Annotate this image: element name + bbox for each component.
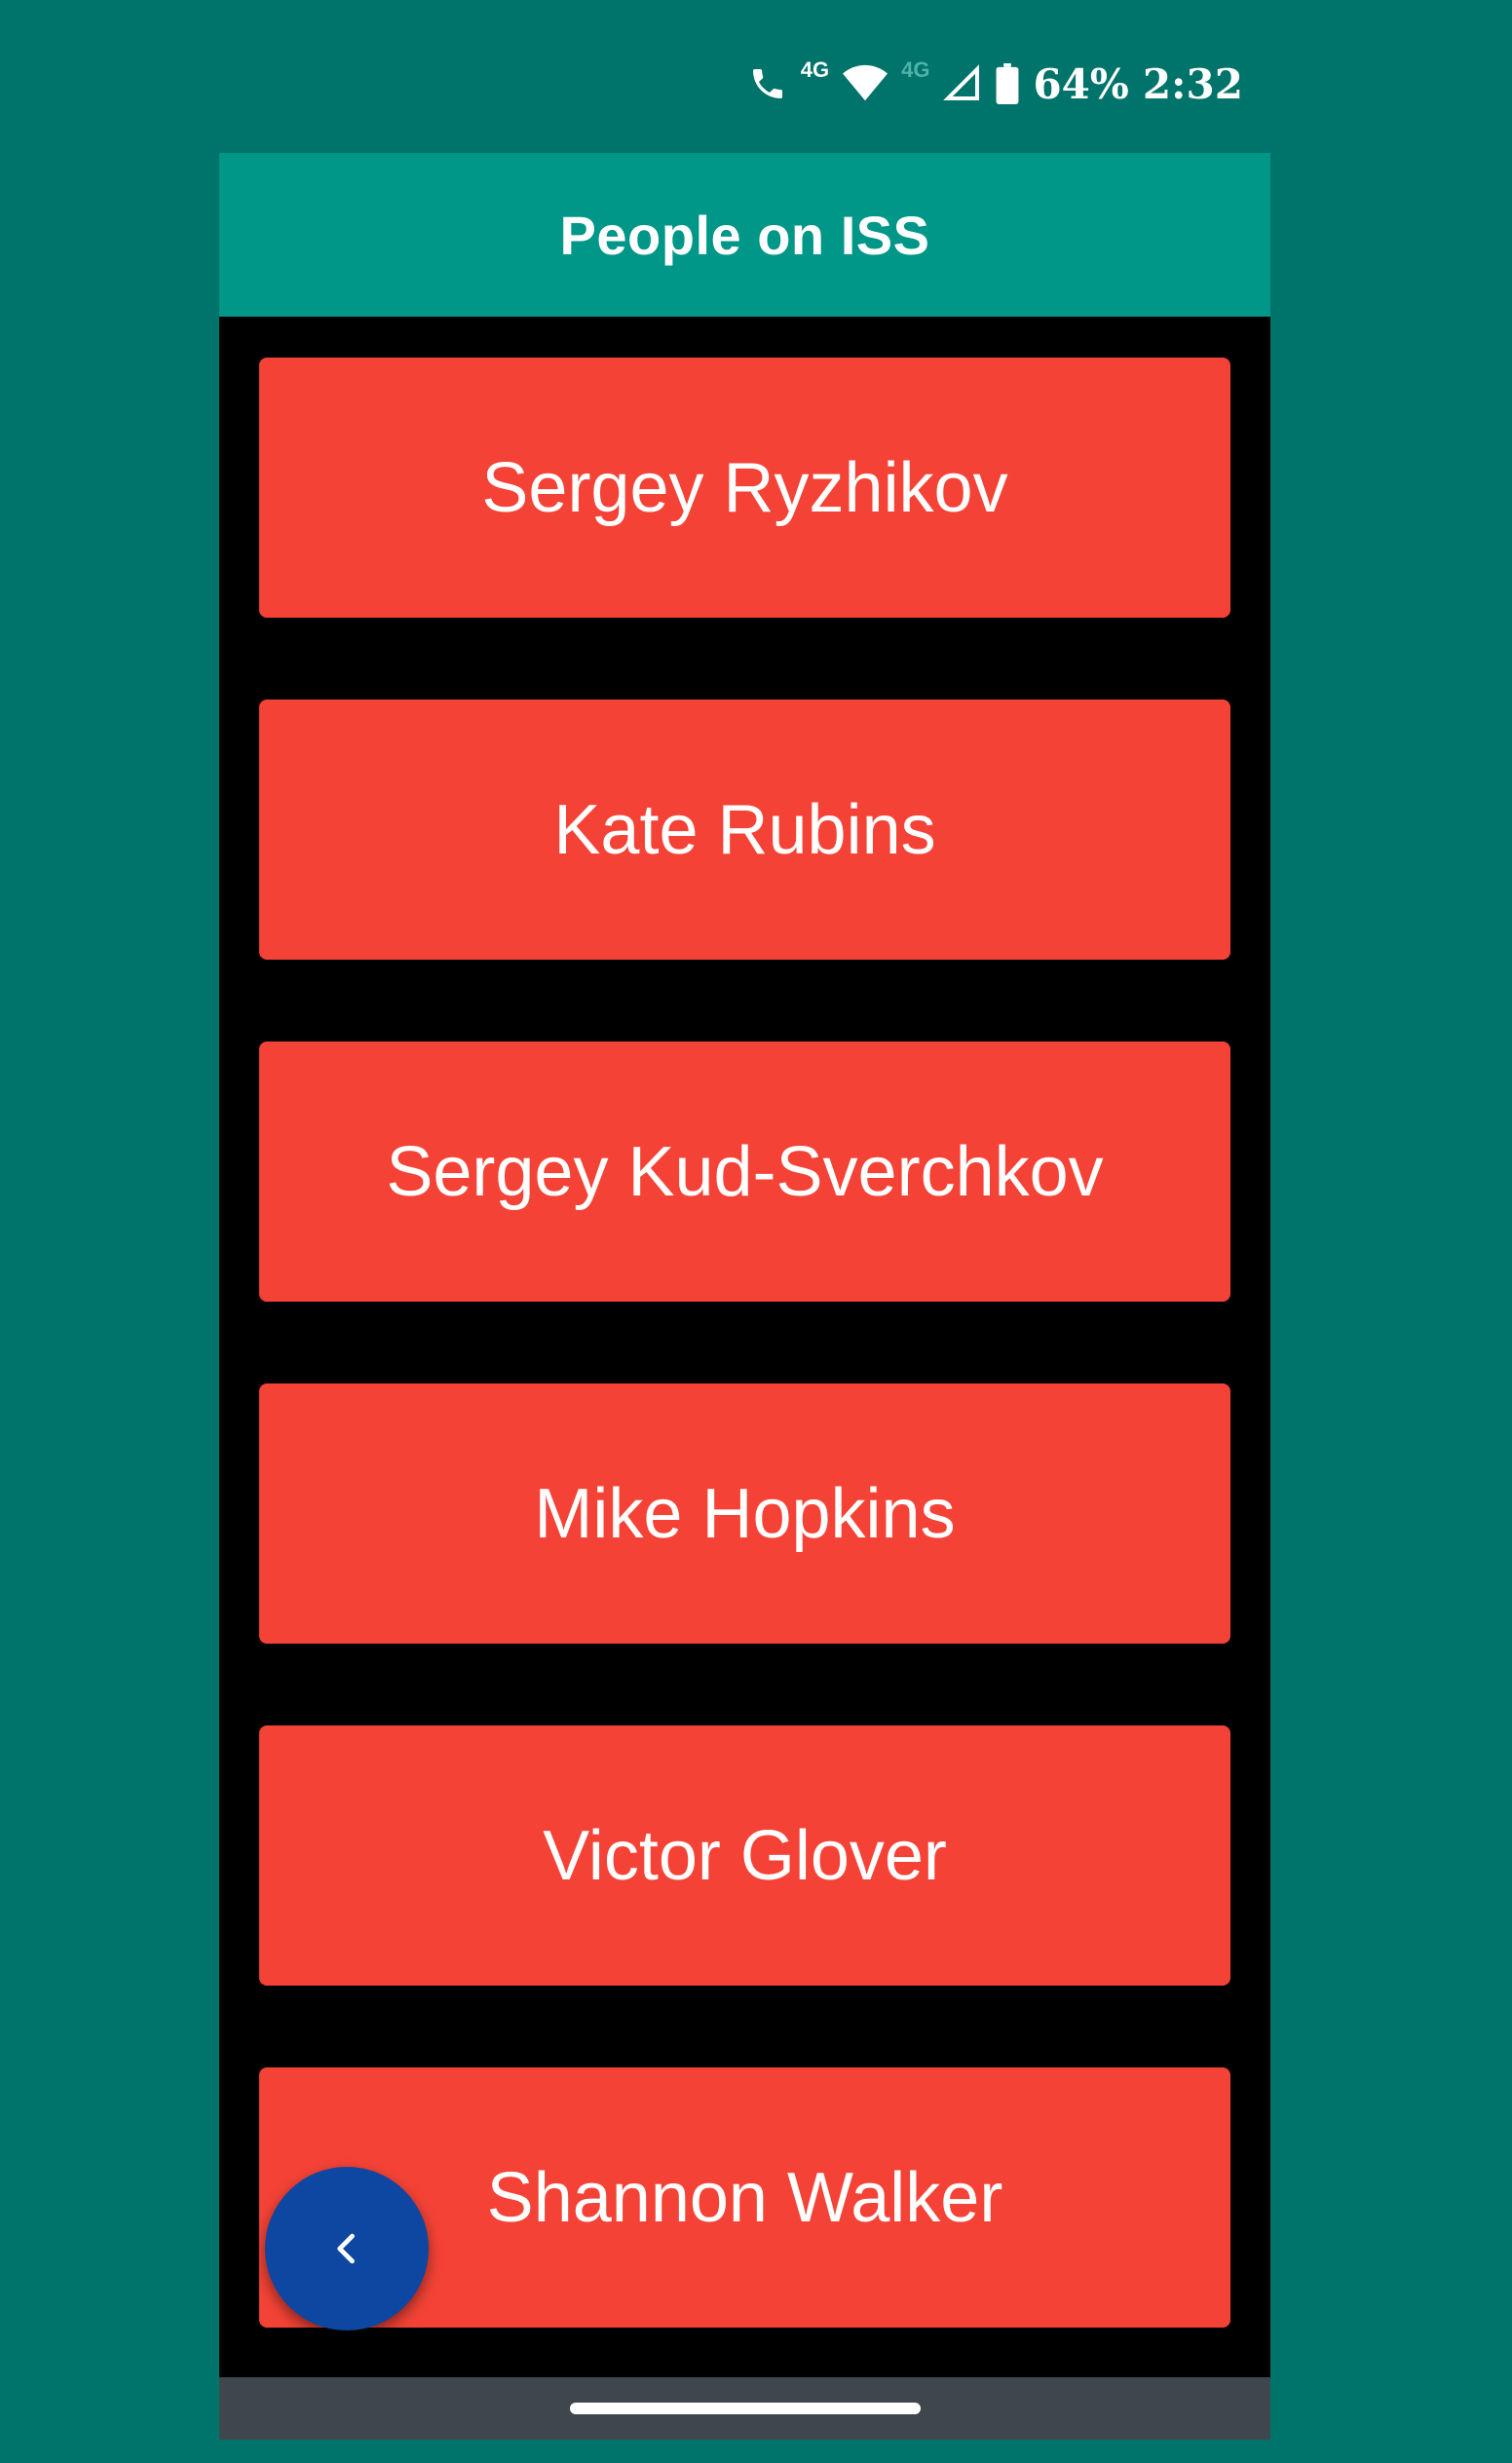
person-name: Kate Rubins [553,790,936,869]
app-window: People on ISS Sergey Ryzhikov Kate Rubin… [219,153,1270,2440]
signal-icon [943,64,982,103]
app-bar: People on ISS [219,153,1270,317]
battery-icon [996,63,1019,104]
person-name: Mike Hopkins [534,1474,956,1553]
person-card[interactable]: Mike Hopkins [259,1383,1230,1644]
status-icons: 4G 4G 64% 2:32 [748,55,1243,113]
person-name: Shannon Walker [486,2158,1003,2237]
person-card[interactable]: Sergey Kud-Sverchkov [259,1042,1230,1302]
person-card[interactable]: Sergey Ryzhikov [259,358,1230,618]
battery-percent: 64% [1033,59,1129,108]
person-name: Victor Glover [543,1816,947,1895]
call-icon [748,64,787,103]
chevron-left-icon [337,2233,355,2264]
person-name: Sergey Kud-Sverchkov [386,1132,1104,1211]
page-title: People on ISS [559,204,930,266]
clock: 2:32 [1142,59,1243,108]
network-type-label: 4G [800,57,830,82]
back-button[interactable] [265,2167,429,2330]
people-list: Sergey Ryzhikov Kate Rubins Sergey Kud-S… [259,358,1230,2409]
wifi-icon [843,64,888,103]
home-indicator[interactable] [570,2403,921,2414]
navigation-bar [219,2377,1270,2440]
person-card[interactable]: Kate Rubins [259,700,1230,960]
network-type-label-secondary: 4G [901,57,930,82]
person-card[interactable]: Victor Glover [259,1725,1230,1986]
status-bar: 4G 4G 64% 2:32 [0,0,1512,156]
person-name: Sergey Ryzhikov [481,448,1008,527]
